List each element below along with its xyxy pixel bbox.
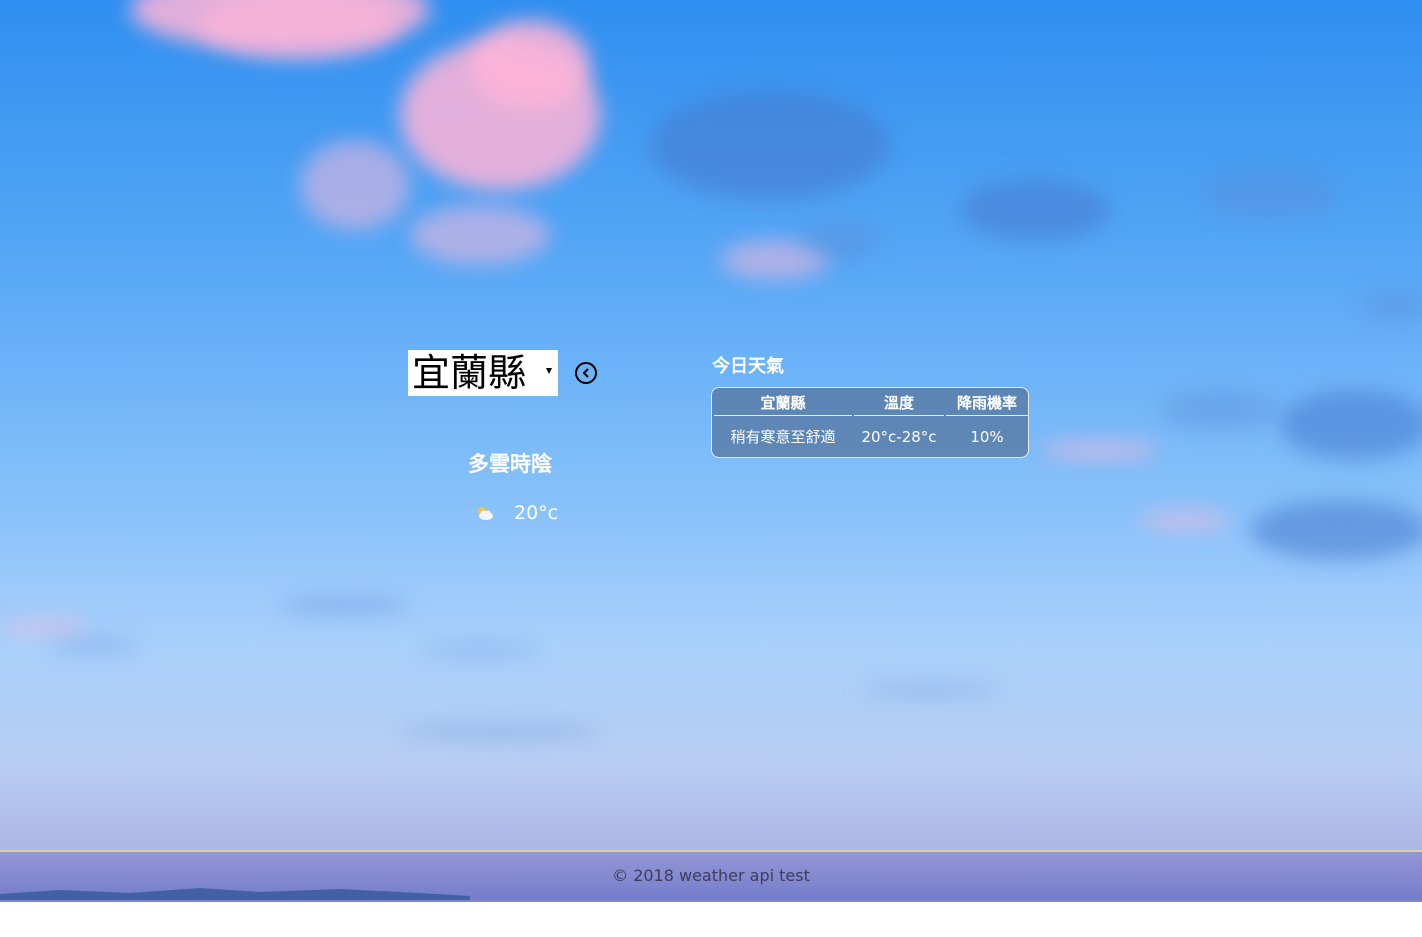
header-rain-chance: 降雨機率 [946, 392, 1028, 416]
header-temperature: 溫度 [854, 392, 944, 416]
table-header-row: 宜蘭縣 溫度 降雨機率 [714, 392, 1030, 416]
cell-temperature-range: 20°c-28°c [861, 428, 937, 446]
cell-comfort: 稍有寒意至舒適 [730, 428, 836, 446]
current-weather: 20°c [474, 502, 558, 524]
chevron-down-icon [546, 368, 552, 374]
header-city: 宜蘭縣 [714, 392, 852, 416]
today-weather-title: 今日天氣 [712, 356, 784, 377]
today-weather-table: 宜蘭縣 溫度 降雨機率 稍有寒意至舒適 20°c-28°c 10% [711, 387, 1029, 458]
circle-chevron-left-icon[interactable] [575, 362, 597, 384]
partly-cloudy-icon [478, 507, 493, 520]
current-temperature: 20°c [514, 502, 559, 524]
city-select-value: 宜蘭縣 [412, 351, 527, 395]
cell-rain-chance: 10% [970, 428, 1004, 446]
mountain-silhouette [0, 888, 470, 900]
table-row: 稍有寒意至舒適 20°c-28°c 10% [714, 426, 1030, 448]
weather-condition: 多雲時陰 [468, 452, 552, 476]
footer-copyright: © 2018 weather api test [612, 866, 810, 885]
city-select[interactable]: 宜蘭縣 [408, 350, 558, 396]
